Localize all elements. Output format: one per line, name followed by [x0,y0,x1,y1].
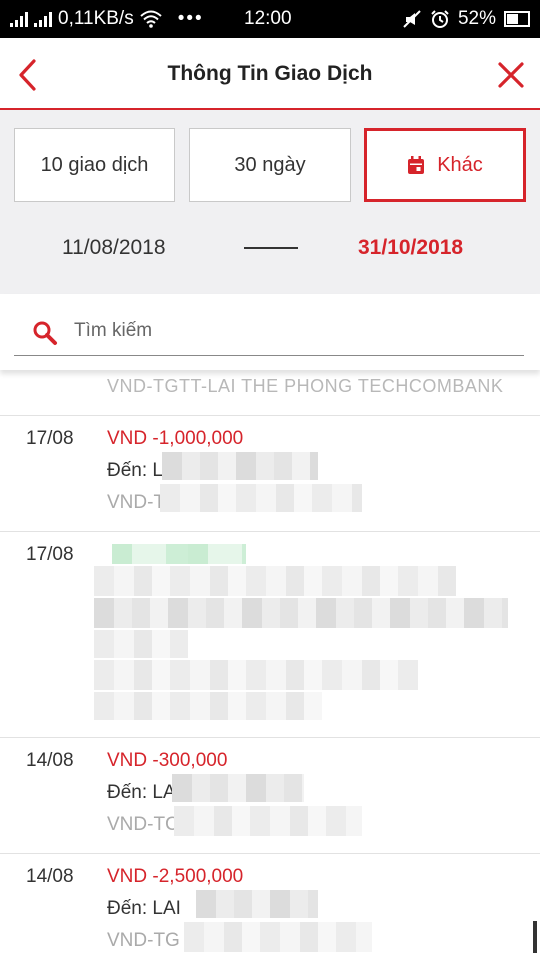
redacted-area [196,890,318,918]
transaction-recipient: Đến: L [107,460,163,481]
transaction-row[interactable]: 14/08 VND -300,000 Đến: LA VND-TC [0,738,540,854]
transaction-date: 17/08 [26,428,74,449]
transaction-account: VND-TC [107,814,179,835]
redacted-area [112,544,246,564]
transaction-date: 14/08 [26,866,74,887]
filter-panel: 10 giao dịch 30 ngày Khác 11/08/2018 31/… [0,110,540,294]
transaction-date: 14/08 [26,750,74,771]
redacted-area [94,630,188,658]
date-range-separator [244,247,298,249]
transaction-account: VND-T [107,492,166,513]
transaction-amount: VND -2,500,000 [107,866,244,887]
transaction-account: VND-TG [107,930,180,951]
redacted-area [94,692,322,720]
battery-percent: 52% [457,8,496,29]
redacted-area [172,774,304,802]
list-item-partial[interactable]: VND-TGTT-LAI THE PHONG TECHCOMBANK [0,370,540,416]
transaction-amount: VND -300,000 [107,750,228,771]
redacted-area [160,484,362,512]
app-header: Thông Tin Giao Dịch [0,38,540,110]
page-title: Thông Tin Giao Dịch [167,62,373,85]
signal-icon [10,11,28,27]
search-bar [0,294,540,370]
filter-label: 10 giao dịch [40,153,149,176]
transaction-recipient: Đến: LAI [107,898,181,919]
search-box [14,308,524,356]
more-dots-icon: ••• [177,8,204,29]
transaction-row[interactable]: 17/08 VND -1,000,000 Đến: L VND-T [0,416,540,532]
transaction-amount: VND -1,000,000 [107,428,244,449]
network-speed: 0,11KB/s [58,8,134,29]
search-input[interactable] [74,316,504,346]
transaction-date: 17/08 [26,544,74,565]
transaction-list[interactable]: VND-TGTT-LAI THE PHONG TECHCOMBANK 17/08… [0,370,540,960]
redacted-area [94,660,418,690]
transaction-recipient: Đến: LA [107,782,176,803]
redacted-area [94,566,456,596]
close-button[interactable] [496,60,526,90]
redacted-area [94,598,508,628]
scrollbar[interactable] [533,921,537,953]
filter-30-days-button[interactable]: 30 ngày [189,128,351,202]
clock: 12:00 [244,8,292,29]
alarm-icon [431,10,449,28]
date-to[interactable]: 31/10/2018 [358,236,463,260]
filter-custom-button[interactable]: Khác [364,128,526,202]
mute-icon [403,10,421,28]
search-icon [33,321,57,345]
redacted-area [174,806,362,836]
signal-icon-2 [34,11,52,27]
date-from[interactable]: 11/08/2018 [62,236,166,260]
wifi-icon [140,10,162,28]
status-bar: 0,11KB/s ••• 12:00 52% [0,0,540,38]
redacted-area [162,452,318,480]
account-text: VND-TGTT-LAI THE PHONG TECHCOMBANK [107,376,504,396]
transaction-row[interactable]: 17/08 [0,532,540,738]
filter-10-transactions-button[interactable]: 10 giao dịch [14,128,175,202]
filter-label: Khác [437,153,483,176]
close-icon [498,62,524,88]
calendar-icon [407,155,425,175]
redacted-area [184,922,372,952]
battery-icon [504,11,530,27]
transaction-row[interactable]: 14/08 VND -2,500,000 Đến: LAI VND-TG [0,854,540,960]
filter-label: 30 ngày [234,153,306,176]
